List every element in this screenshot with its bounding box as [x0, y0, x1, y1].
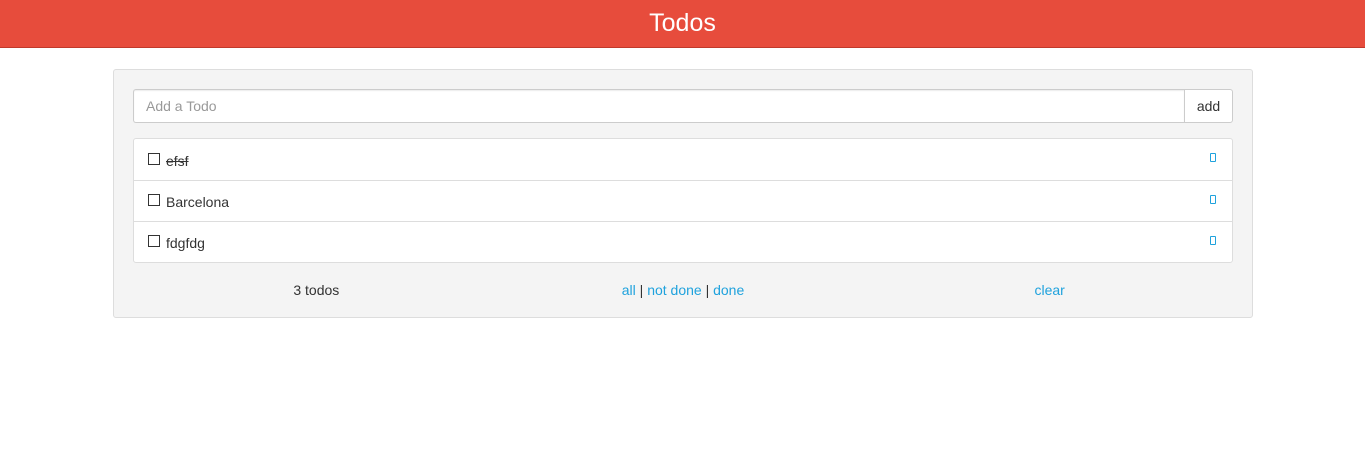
add-todo-form: add	[133, 89, 1233, 124]
todo-text: fdgfdg	[166, 235, 205, 251]
todo-count: 3 todos	[293, 282, 340, 298]
todo-input[interactable]	[133, 89, 1184, 123]
filter-links: all | not done | done	[500, 282, 867, 302]
todo-list: efsf Barcelona fdgfdg	[133, 138, 1233, 263]
todo-checkbox[interactable]	[148, 152, 160, 165]
todo-text: efsf	[166, 152, 189, 169]
filter-separator: |	[639, 282, 644, 298]
todo-checkbox[interactable]	[148, 235, 160, 247]
filter-separator: |	[705, 282, 710, 298]
todo-checkbox[interactable]	[148, 194, 160, 206]
filter-all-link[interactable]: all	[622, 282, 636, 298]
clear-column: clear	[866, 282, 1233, 302]
remove-icon[interactable]	[1210, 236, 1216, 245]
todo-panel: add efsf Barcelona fdgfdg 3 todos all | …	[113, 69, 1253, 318]
filter-done-link[interactable]: done	[713, 282, 744, 298]
filter-not-done-link[interactable]: not done	[647, 282, 702, 298]
app-header: Todos	[0, 0, 1365, 48]
clear-link[interactable]: clear	[1035, 282, 1065, 298]
add-button[interactable]: add	[1184, 89, 1233, 123]
todo-text: Barcelona	[166, 194, 230, 210]
todo-item: efsf	[134, 139, 1232, 180]
remove-icon[interactable]	[1210, 195, 1216, 204]
todo-item: Barcelona	[134, 180, 1232, 221]
todo-item: fdgfdg	[134, 221, 1232, 262]
todo-footer: 3 todos all | not done | done clear	[133, 282, 1233, 302]
page-title: Todos	[649, 9, 716, 37]
todo-count-column: 3 todos	[133, 282, 500, 302]
remove-icon[interactable]	[1210, 153, 1216, 162]
